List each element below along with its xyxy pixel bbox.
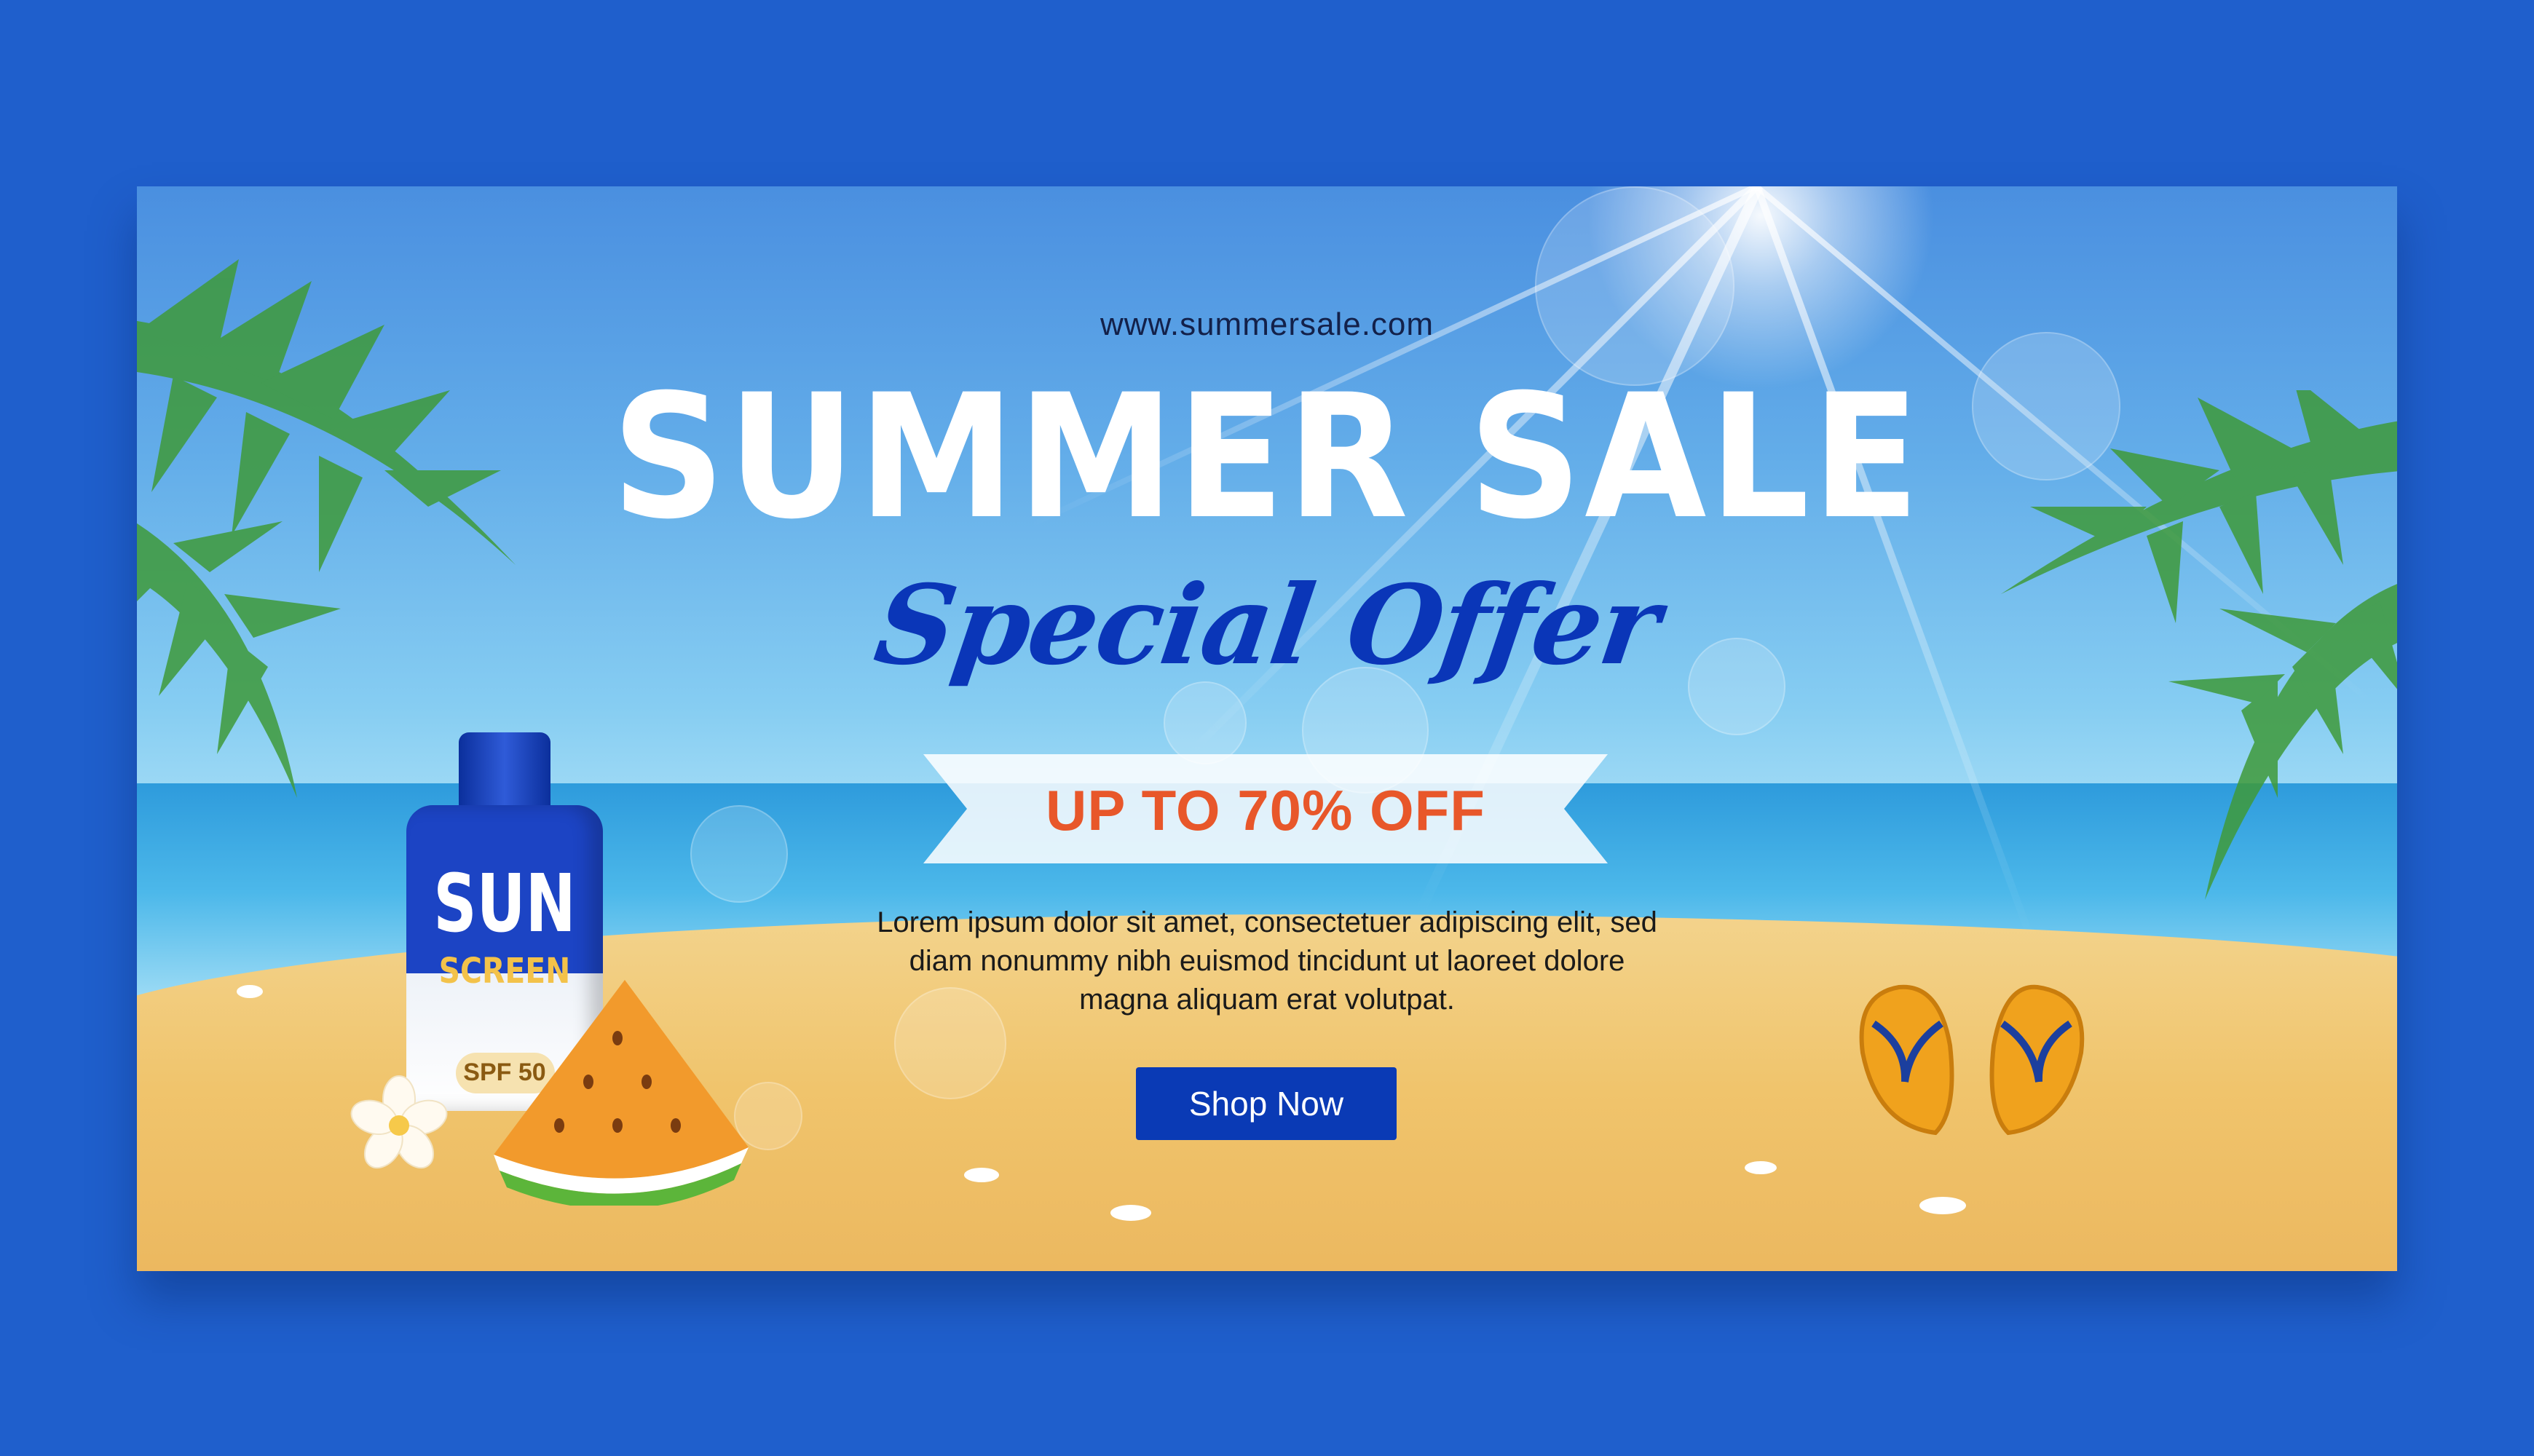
bokeh bbox=[690, 805, 788, 903]
watermelon-icon bbox=[494, 980, 749, 1206]
discount-ribbon: UP TO 70% OFF bbox=[923, 754, 1608, 863]
bokeh bbox=[1164, 681, 1247, 764]
special-offer-subtitle: Special Offer bbox=[867, 561, 1667, 689]
shop-now-button[interactable]: Shop Now bbox=[1136, 1067, 1397, 1140]
seashell-icon bbox=[1110, 1205, 1151, 1221]
seashell-icon bbox=[1919, 1197, 1966, 1214]
seashell-icon bbox=[237, 985, 263, 998]
seashell-icon bbox=[964, 1168, 999, 1182]
flower-icon bbox=[350, 1075, 448, 1169]
seashell-icon bbox=[1745, 1161, 1777, 1174]
discount-text: UP TO 70% OFF bbox=[1046, 778, 1485, 842]
sale-title: SUMMER SALE bbox=[612, 358, 1922, 557]
bokeh bbox=[1535, 186, 1734, 386]
bottle-brand-line1: SUN bbox=[433, 857, 576, 950]
summer-sale-banner: www.summersale.com SUMMER SALE Special O… bbox=[137, 186, 2397, 1271]
flip-flops-icon bbox=[1859, 984, 2085, 1136]
website-url[interactable]: www.summersale.com bbox=[137, 306, 2397, 343]
